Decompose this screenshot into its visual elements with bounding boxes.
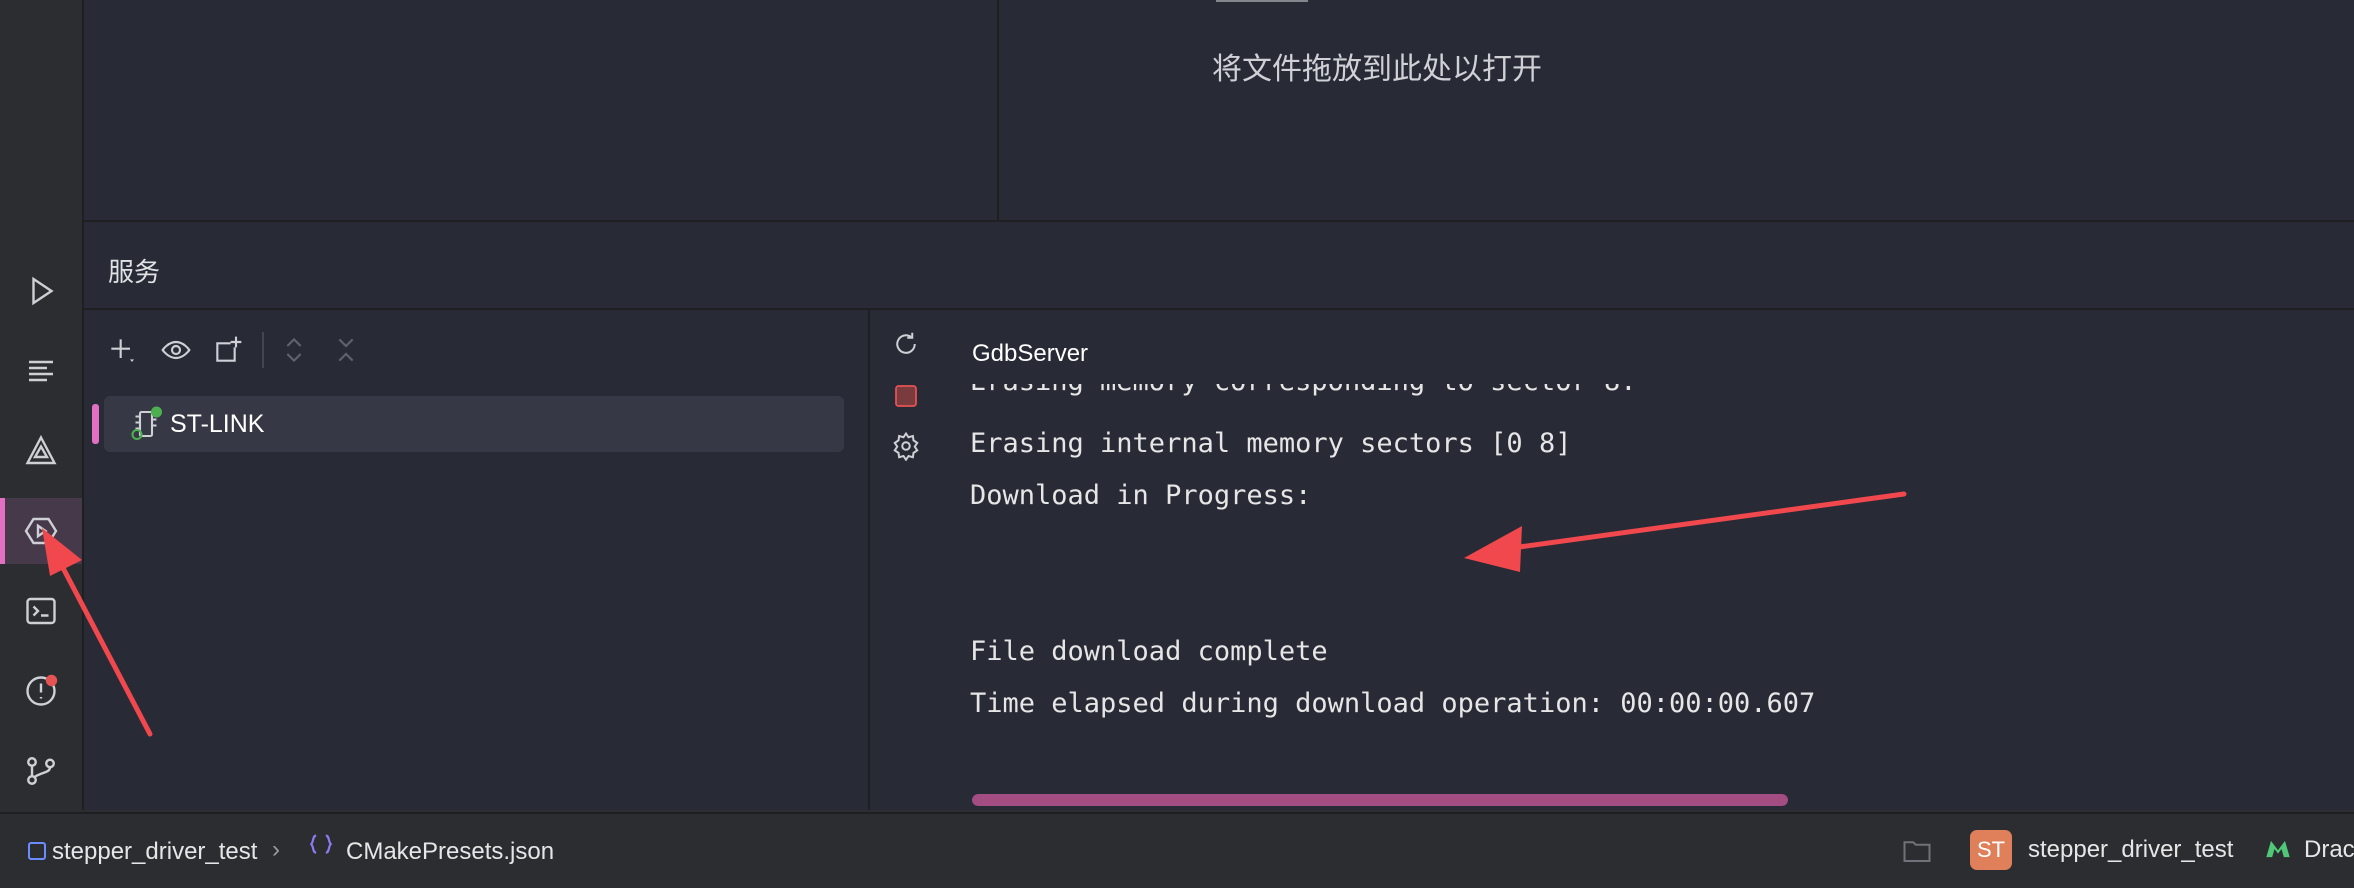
terminal-icon[interactable] xyxy=(0,578,82,644)
status-bar: stepper_driver_test › CMakePresets.json … xyxy=(0,812,2354,888)
project-icon xyxy=(28,842,46,860)
drop-files-hint: 将文件拖放到此处以打开 xyxy=(1212,53,1542,86)
breadcrumb-project[interactable]: stepper_driver_test xyxy=(52,838,257,866)
console-line: Erasing memory corresponding to sector 8… xyxy=(970,384,1636,397)
services-header xyxy=(84,222,2354,310)
console-line: Download in Progress: xyxy=(970,480,1312,511)
build-icon[interactable] xyxy=(0,418,82,484)
editor-area xyxy=(84,0,2354,222)
eye-icon[interactable] xyxy=(156,330,196,370)
selection-accent xyxy=(92,404,99,444)
toolbar-separator xyxy=(262,332,264,368)
new-group-icon[interactable] xyxy=(208,330,248,370)
services-title: 服务 xyxy=(108,257,161,287)
run-icon[interactable] xyxy=(0,258,82,324)
services-icon[interactable] xyxy=(0,498,82,564)
breadcrumb-file[interactable]: CMakePresets.json xyxy=(346,838,554,866)
problems-icon[interactable] xyxy=(0,658,82,724)
project-switcher[interactable]: stepper_driver_test xyxy=(2028,836,2233,864)
console-line: File download complete xyxy=(970,636,1328,667)
clipped-text-fragment xyxy=(1216,0,1308,2)
editor-split-divider[interactable] xyxy=(997,0,999,220)
json-file-icon xyxy=(306,832,336,871)
stop-icon[interactable] xyxy=(886,376,926,416)
theme-icon xyxy=(2264,838,2292,865)
git-icon[interactable] xyxy=(0,738,82,804)
expand-all-icon[interactable] xyxy=(274,330,314,370)
settings-icon[interactable] xyxy=(886,426,926,466)
structure-icon[interactable] xyxy=(0,338,82,404)
tool-window-strip xyxy=(0,0,84,810)
progress-fill xyxy=(972,794,1788,806)
project-badge: ST xyxy=(1970,830,2012,870)
console-line: Erasing internal memory sectors [0 8] xyxy=(970,428,1572,459)
folder-icon[interactable] xyxy=(1902,838,1932,869)
rerun-icon[interactable] xyxy=(886,324,926,364)
console-tab-gdbserver[interactable]: GdbServer xyxy=(972,340,1088,368)
tree-item-label: ST-LINK xyxy=(170,410,265,438)
theme-name[interactable]: Drac xyxy=(2304,836,2354,864)
services-tree-pane xyxy=(84,310,870,810)
add-icon[interactable] xyxy=(102,330,142,370)
console-line: Time elapsed during download operation: … xyxy=(970,688,1816,719)
debug-config-icon xyxy=(128,406,164,442)
collapse-all-icon[interactable] xyxy=(326,330,366,370)
console-partial-line: Erasing memory corresponding to sector 8… xyxy=(960,384,2354,402)
chevron-right-icon: › xyxy=(272,836,280,863)
download-progress-bar xyxy=(972,794,1788,806)
